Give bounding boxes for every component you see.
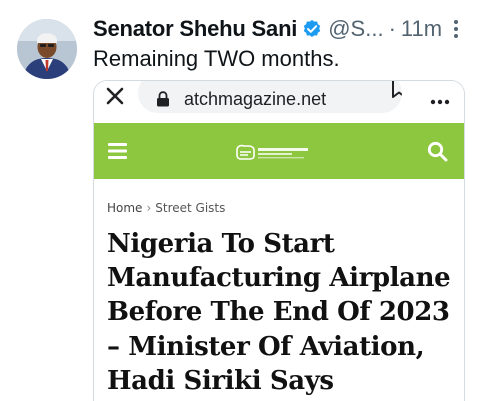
site-header (94, 123, 464, 179)
lock-icon (156, 91, 170, 107)
verified-badge-icon (302, 19, 322, 39)
breadcrumb-current[interactable]: Street Gists (155, 201, 225, 215)
browser-toolbar: atchmagazine.net (94, 81, 464, 119)
author-avatar[interactable] (17, 19, 77, 79)
close-icon[interactable] (104, 85, 126, 107)
breadcrumb: Home › Street Gists (107, 201, 225, 215)
more-horizontal-icon[interactable] (430, 92, 450, 105)
bookmark-icon[interactable] (390, 81, 402, 99)
breadcrumb-home[interactable]: Home (107, 201, 142, 215)
url-text: atchmagazine.net (184, 89, 327, 109)
hamburger-icon[interactable] (108, 143, 127, 159)
breadcrumb-separator: › (146, 201, 152, 215)
tweet-text: Remaining TWO months. (93, 46, 340, 71)
header-separator: · (388, 16, 396, 41)
media-card[interactable]: atchmagazine.net Home › Street Gists Nig… (93, 80, 465, 401)
tweet-header: Senator Shehu Sani @S... · 11m (93, 14, 465, 44)
tweet-timestamp[interactable]: 11m (401, 16, 442, 42)
author-name[interactable]: Senator Shehu Sani (93, 16, 297, 42)
more-vertical-icon[interactable] (449, 18, 463, 40)
url-bar[interactable]: atchmagazine.net (138, 81, 402, 113)
article-headline[interactable]: Nigeria To Start Manufacturing Airplane … (107, 227, 459, 398)
author-handle[interactable]: @S... (328, 16, 383, 42)
search-icon[interactable] (427, 141, 448, 162)
site-logo[interactable] (235, 142, 311, 162)
